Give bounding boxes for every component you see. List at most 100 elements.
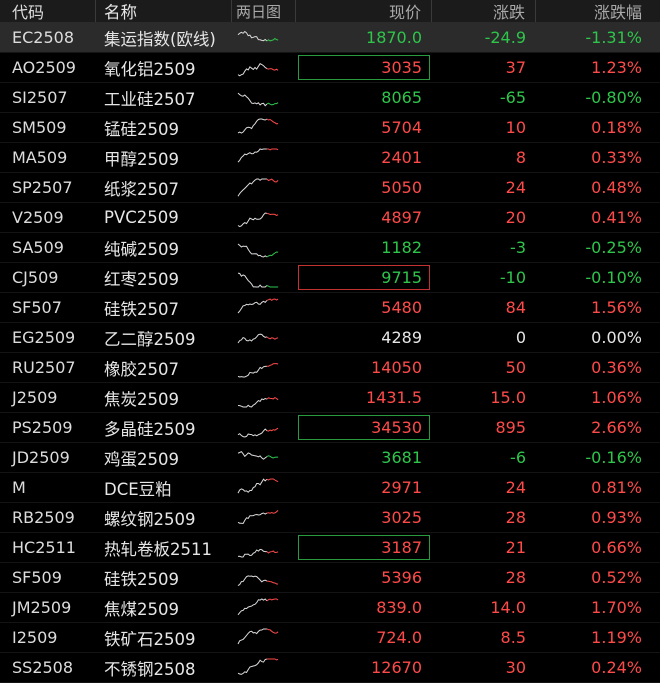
last-price: 3035 xyxy=(381,58,422,77)
percent-change: -0.16% xyxy=(585,448,642,467)
table-row[interactable]: SI2507 工业硅2507 8065 -65 -0.80% xyxy=(0,83,660,113)
price-cell: 34530 xyxy=(296,413,432,442)
contract-code: M xyxy=(12,478,26,497)
table-row[interactable]: CJ509 红枣2509 9715 -10 -0.10% xyxy=(0,263,660,293)
percent-change: 1.70% xyxy=(591,598,642,617)
percent-change: -0.10% xyxy=(585,268,642,287)
last-price: 8065 xyxy=(381,88,422,107)
contract-name: 橡胶2507 xyxy=(104,359,179,379)
percent-change: 1.06% xyxy=(591,388,642,407)
contract-name: 硅铁2507 xyxy=(104,299,179,319)
table-row[interactable]: J2509 焦炭2509 1431.5 15.0 1.06% xyxy=(0,383,660,413)
contract-code: EG2509 xyxy=(12,328,76,347)
sparkline-icon xyxy=(237,118,279,134)
table-row[interactable]: PS2509 多晶硅2509 34530 895 2.66% xyxy=(0,413,660,443)
price-change: 8 xyxy=(515,148,526,167)
header-pct[interactable]: 涨跌幅 xyxy=(536,0,660,22)
contract-name: 硅铁2509 xyxy=(104,569,179,589)
contract-code: SF507 xyxy=(12,298,62,317)
price-cell: 839.0 xyxy=(296,593,432,622)
last-price: 14050 xyxy=(371,358,422,377)
table-row[interactable]: RB2509 螺纹钢2509 3025 28 0.93% xyxy=(0,503,660,533)
contract-name: 铁矿石2509 xyxy=(104,629,196,649)
two-day-sparkline xyxy=(232,117,296,139)
price-change: -3 xyxy=(510,238,526,257)
contract-name: 焦煤2509 xyxy=(104,599,179,619)
contract-name: 氧化铝2509 xyxy=(104,59,196,79)
table-row[interactable]: AO2509 氧化铝2509 3035 37 1.23% xyxy=(0,53,660,83)
sparkline-icon xyxy=(237,243,279,258)
two-day-sparkline xyxy=(232,477,296,499)
table-row[interactable]: RU2507 橡胶2507 14050 50 0.36% xyxy=(0,353,660,383)
last-price: 5480 xyxy=(381,298,422,317)
table-row[interactable]: JM2509 焦煤2509 839.0 14.0 1.70% xyxy=(0,593,660,623)
last-price: 724.0 xyxy=(376,628,422,647)
price-change: 10 xyxy=(505,118,526,137)
table-row[interactable]: MA509 甲醇2509 2401 8 0.33% xyxy=(0,143,660,173)
contract-code: JM2509 xyxy=(12,598,72,617)
table-row[interactable]: SP2507 纸浆2507 5050 24 0.48% xyxy=(0,173,660,203)
table-row[interactable]: EC2508 集运指数(欧线) 1870.0 -24.9 -1.31% xyxy=(0,23,660,53)
header-chart[interactable]: 两日图 xyxy=(232,0,296,22)
price-cell: 724.0 xyxy=(296,623,432,652)
last-price: 839.0 xyxy=(376,598,422,617)
table-row[interactable]: JD2509 鸡蛋2509 3681 -6 -0.16% xyxy=(0,443,660,473)
table-row[interactable]: V2509 PVC2509 4897 20 0.41% xyxy=(0,203,660,233)
last-price: 3187 xyxy=(381,538,422,557)
table-header: 代码 名称 两日图 现价 涨跌 涨跌幅 xyxy=(0,0,660,23)
price-change: -6 xyxy=(510,448,526,467)
price-change: 895 xyxy=(495,418,526,437)
price-cell: 5704 xyxy=(296,113,432,142)
sparkline-icon xyxy=(237,92,279,106)
price-cell: 12670 xyxy=(296,653,432,682)
contract-code: MA509 xyxy=(12,148,68,167)
price-cell: 4897 xyxy=(296,203,432,232)
sparkline-icon xyxy=(237,628,279,644)
contract-name: 乙二醇2509 xyxy=(104,329,196,349)
last-price: 3681 xyxy=(381,448,422,467)
percent-change: 0.66% xyxy=(591,538,642,557)
table-row[interactable]: SM509 锰硅2509 5704 10 0.18% xyxy=(0,113,660,143)
percent-change: 1.19% xyxy=(591,628,642,647)
contract-code: PS2509 xyxy=(12,418,73,437)
sparkline-icon xyxy=(237,396,279,407)
sparkline-icon xyxy=(237,178,279,197)
percent-change: -1.31% xyxy=(585,28,642,47)
percent-change: 0.93% xyxy=(591,508,642,527)
sparkline-icon xyxy=(237,450,279,460)
contract-name: 纯碱2509 xyxy=(104,239,179,259)
table-row[interactable]: SS2508 不锈钢2508 12670 30 0.24% xyxy=(0,653,660,683)
table-row[interactable]: SF507 硅铁2507 5480 84 1.56% xyxy=(0,293,660,323)
contract-code: SS2508 xyxy=(12,658,74,677)
sparkline-icon xyxy=(237,272,279,287)
price-change: -10 xyxy=(499,268,526,287)
contract-name: PVC2509 xyxy=(104,208,179,227)
table-row[interactable]: M DCE豆粕 2971 24 0.81% xyxy=(0,473,660,503)
price-cell: 1431.5 xyxy=(296,383,432,412)
header-name[interactable]: 名称 xyxy=(96,0,232,22)
price-cell: 2401 xyxy=(296,143,432,172)
table-row[interactable]: HC2511 热轧卷板2511 3187 21 0.66% xyxy=(0,533,660,563)
two-day-sparkline xyxy=(232,627,296,649)
last-price: 1431.5 xyxy=(366,388,422,407)
price-change: 28 xyxy=(505,568,526,587)
sparkline-icon xyxy=(237,297,279,313)
price-cell: 5480 xyxy=(296,293,432,322)
sparkline-icon xyxy=(237,658,279,675)
table-row[interactable]: SF509 硅铁2509 5396 28 0.52% xyxy=(0,563,660,593)
table-row[interactable]: EG2509 乙二醇2509 4289 0 0.00% xyxy=(0,323,660,353)
header-price[interactable]: 现价 xyxy=(296,0,432,22)
quote-table: 代码 名称 两日图 现价 涨跌 涨跌幅 EC2508 集运指数(欧线) 1870.0… xyxy=(0,0,660,683)
header-change[interactable]: 涨跌 xyxy=(432,0,536,22)
table-row[interactable]: SA509 纯碱2509 1182 -3 -0.25% xyxy=(0,233,660,263)
two-day-sparkline xyxy=(232,447,296,469)
percent-change: 0.33% xyxy=(591,148,642,167)
contract-name: 不锈钢2508 xyxy=(104,659,196,679)
price-cell: 2971 xyxy=(296,473,432,502)
sparkline-icon xyxy=(237,509,279,524)
price-cell: 8065 xyxy=(296,83,432,112)
table-row[interactable]: I2509 铁矿石2509 724.0 8.5 1.19% xyxy=(0,623,660,653)
header-code[interactable]: 代码 xyxy=(0,0,96,22)
two-day-sparkline xyxy=(232,207,296,229)
contract-name: 焦炭2509 xyxy=(104,389,179,409)
